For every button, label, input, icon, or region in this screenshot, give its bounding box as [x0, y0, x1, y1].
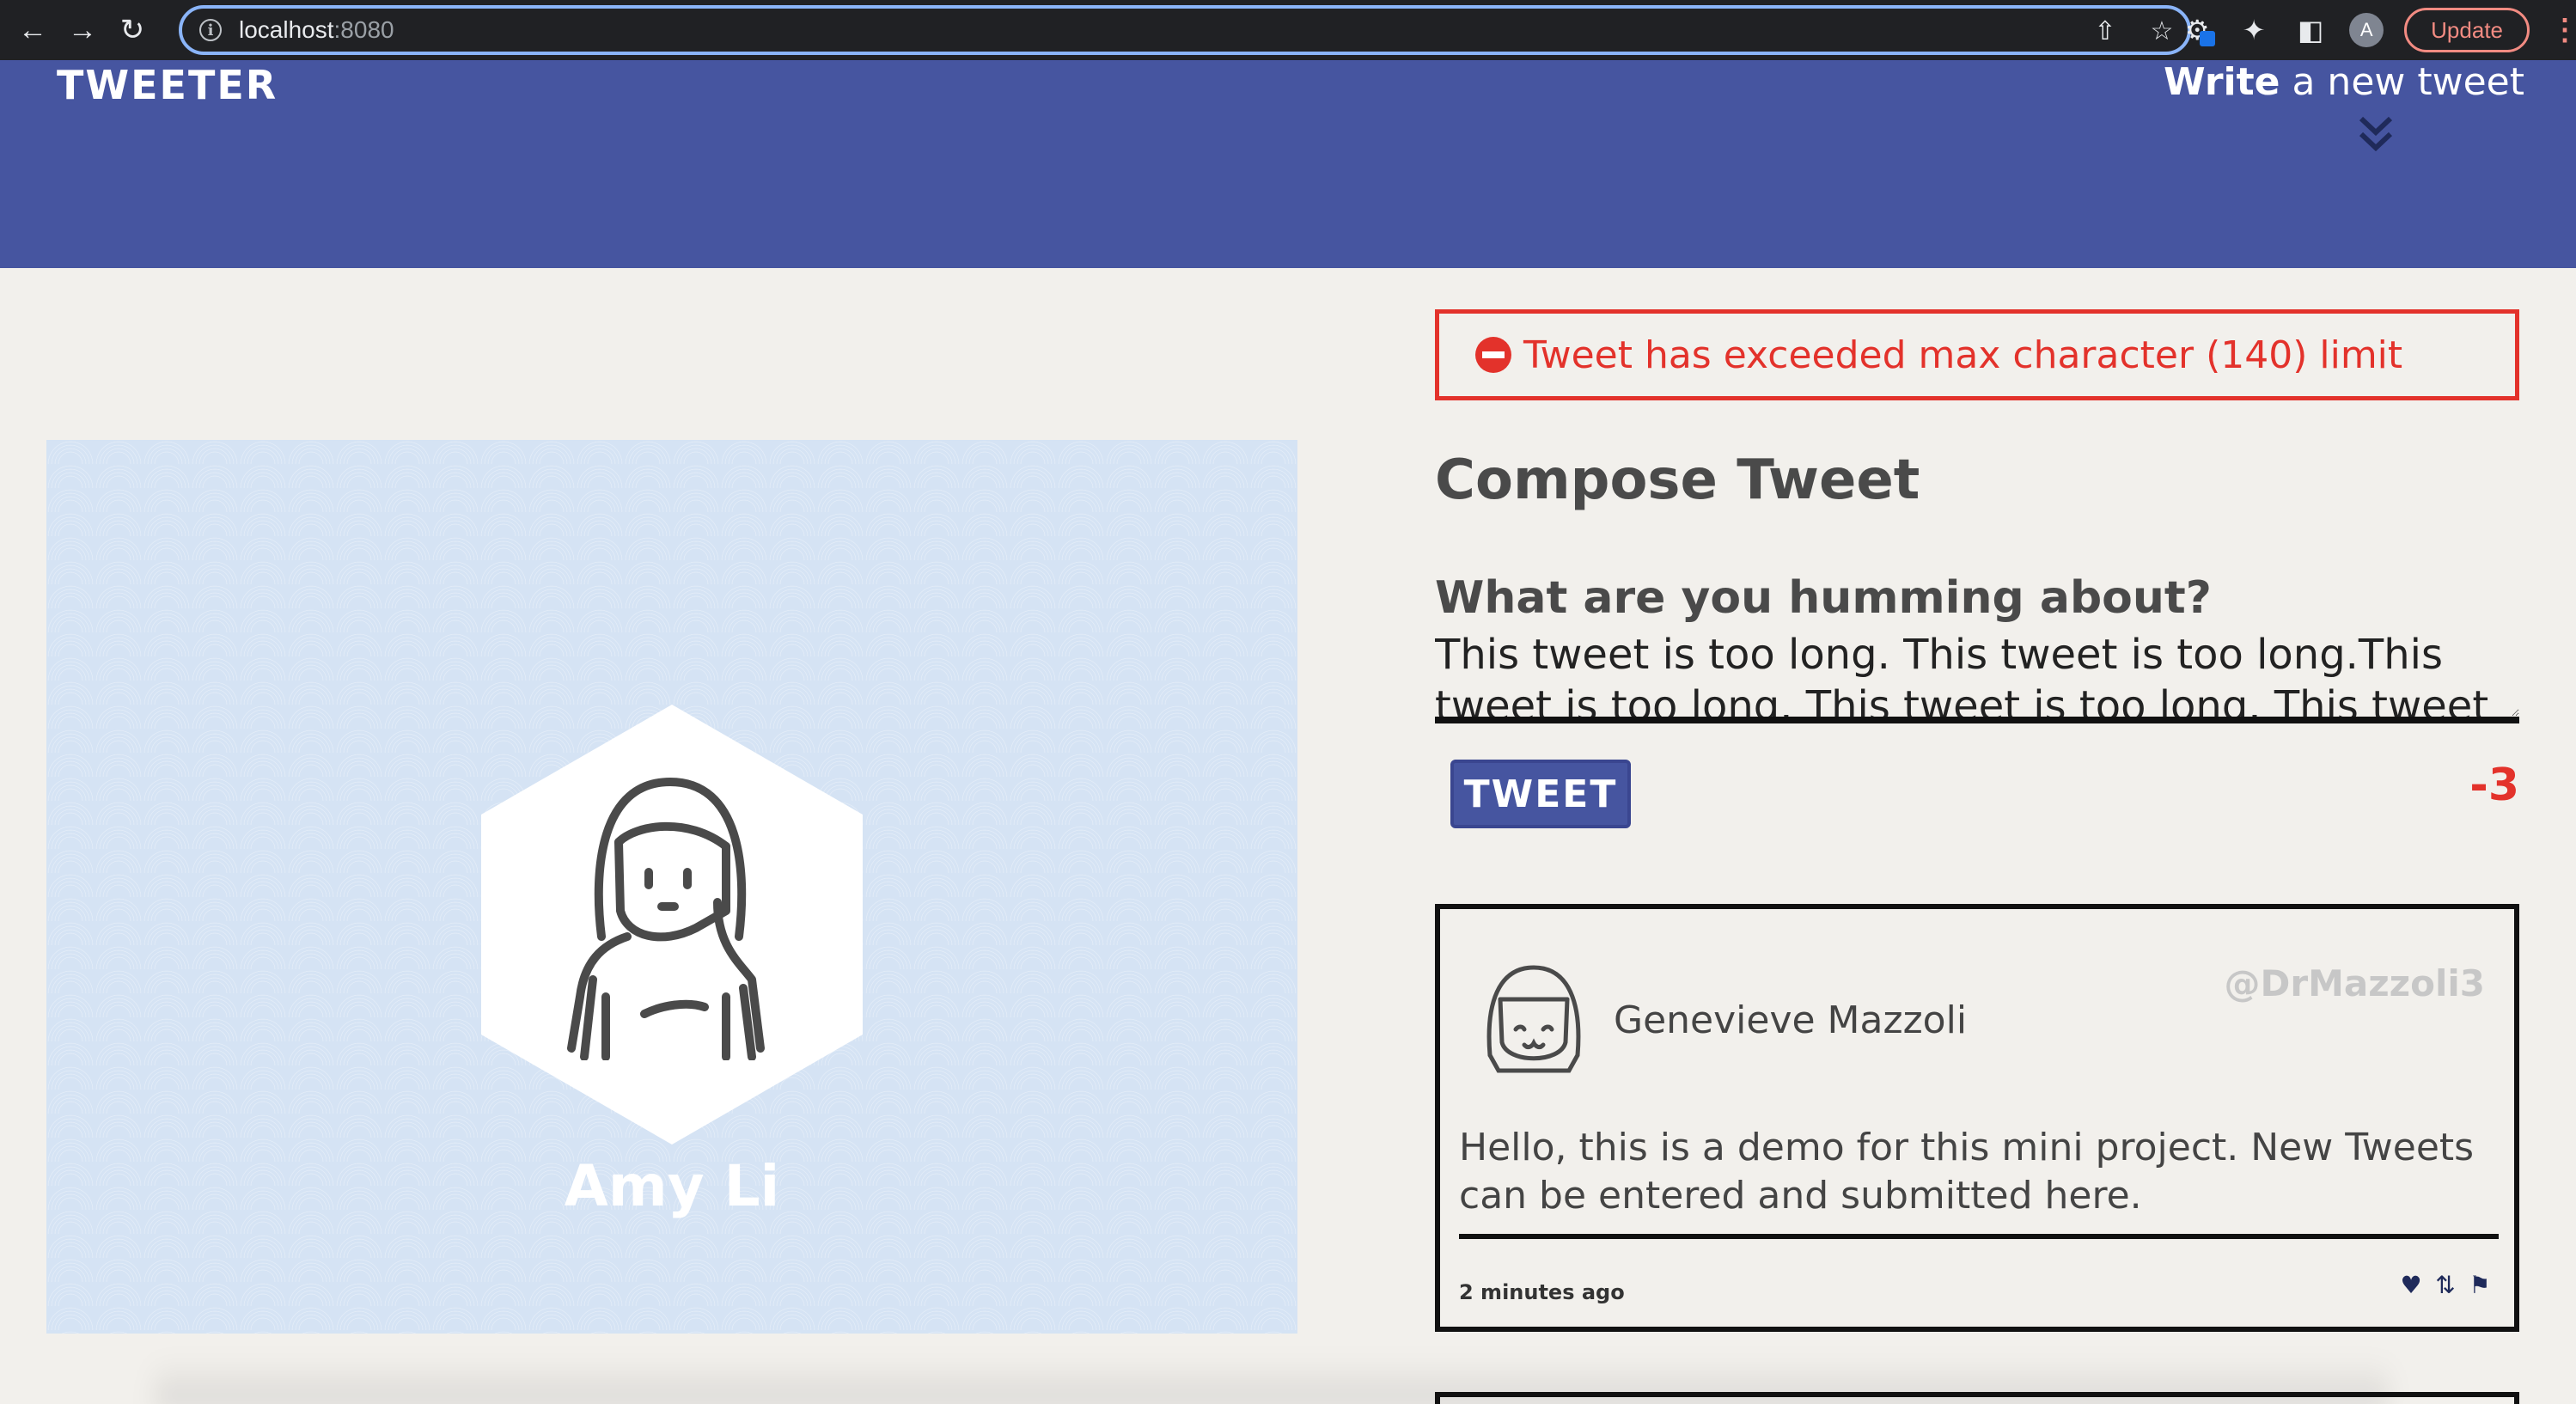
forward-arrow-icon[interactable]: →	[60, 8, 105, 52]
tweet-card-next	[1435, 1392, 2519, 1404]
error-alert: Tweet has exceeded max character (140) l…	[1435, 309, 2519, 400]
share-icon[interactable]: ⇧	[2088, 14, 2122, 48]
tweet-divider	[1459, 1234, 2499, 1239]
extension-globe-icon[interactable]: ⚙	[2179, 12, 2216, 48]
write-new-tweet-bold: Write	[2164, 60, 2280, 104]
profile-avatar[interactable]: A	[2349, 13, 2384, 47]
character-counter: -3	[2469, 760, 2519, 811]
tweet-author-name: Genevieve Mazzoli	[1614, 998, 1968, 1042]
bookmark-star-icon[interactable]: ☆	[2145, 14, 2179, 48]
address-url[interactable]: localhost:8080	[239, 16, 394, 44]
tweet-actions: ♥ ⇅ ⚑	[2397, 1272, 2494, 1299]
tweet-card: Genevieve Mazzoli @DrMazzoli3 Hello, thi…	[1435, 904, 2519, 1332]
tweet-timestamp: 2 minutes ago	[1459, 1280, 1625, 1304]
update-button[interactable]: Update	[2404, 8, 2530, 52]
flag-icon[interactable]: ⚑	[2466, 1272, 2494, 1299]
tweet-body: Hello, this is a demo for this mini proj…	[1459, 1126, 2475, 1218]
extensions-puzzle-icon[interactable]: ✦	[2236, 12, 2272, 48]
write-new-tweet-link[interactable]: Write a new tweet	[2164, 60, 2524, 104]
site-info-icon[interactable]: i	[199, 19, 222, 41]
address-bar[interactable]: i localhost:8080 ⇧ ☆	[179, 5, 2191, 55]
profile-card: Amy Li	[46, 440, 1297, 1334]
double-chevron-down-icon[interactable]	[2354, 112, 2397, 155]
no-entry-icon	[1475, 337, 1511, 373]
tweet-prompt-label: What are you humming about?	[1435, 572, 2212, 624]
heart-icon[interactable]: ♥	[2397, 1272, 2425, 1299]
write-new-tweet-rest: a new tweet	[2280, 60, 2524, 104]
browser-toolbar: ← → ↻ i localhost:8080 ⇧ ☆ ⚙ ✦ ◧ A Updat…	[0, 0, 2576, 60]
reload-icon[interactable]: ↻	[110, 8, 155, 52]
error-message: Tweet has exceeded max character (140) l…	[1523, 333, 2403, 377]
side-panel-icon[interactable]: ◧	[2292, 12, 2329, 48]
tweet-author-handle: @DrMazzoli3	[2224, 962, 2485, 1004]
tweet-textarea[interactable]: This tweet is too long. This tweet is to…	[1435, 629, 2519, 723]
tweet-author-avatar-icon	[1486, 965, 1581, 1073]
profile-name: Amy Li	[564, 1153, 780, 1219]
back-arrow-icon[interactable]: ←	[10, 8, 55, 52]
tweet-submit-button[interactable]: TWEET	[1450, 760, 1631, 828]
site-header: TWEETER Write a new tweet	[0, 60, 2576, 268]
site-logo[interactable]: TWEETER	[57, 62, 278, 108]
browser-menu-icon[interactable]: ⋮	[2550, 13, 2576, 47]
retweet-icon[interactable]: ⇅	[2432, 1272, 2459, 1299]
compose-title: Compose Tweet	[1435, 449, 1920, 512]
user-avatar-icon	[567, 778, 765, 1060]
